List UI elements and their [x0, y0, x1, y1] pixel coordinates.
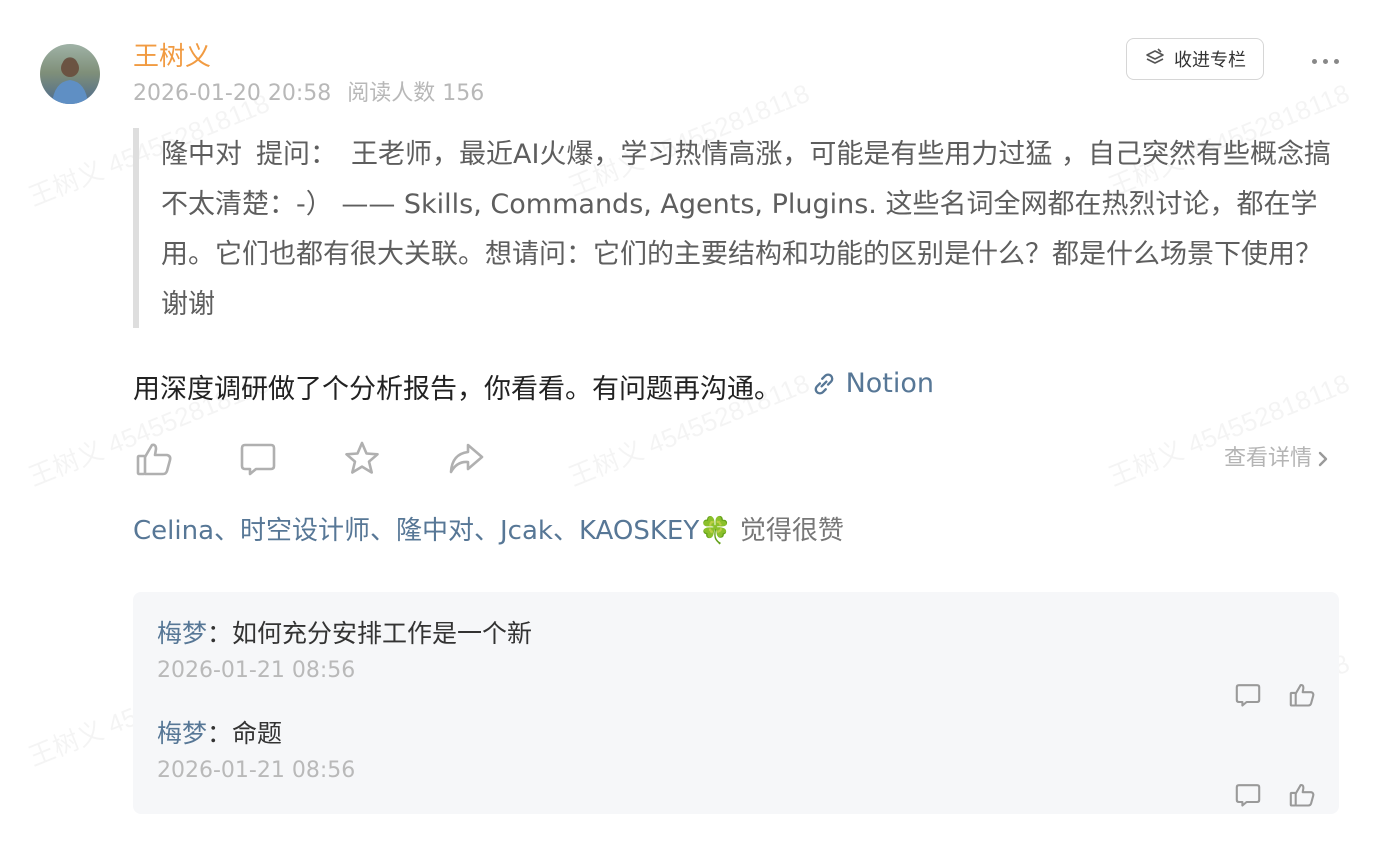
- comment-colon: ：: [207, 719, 233, 748]
- notion-link-label: Notion: [845, 368, 935, 399]
- post-body: 用深度调研做了个分析报告，你看看。有问题再沟通。 Notion: [133, 362, 934, 412]
- avatar[interactable]: [40, 44, 100, 104]
- like-icon: [136, 443, 172, 476]
- comment-like-button[interactable]: [1287, 680, 1317, 710]
- comment-icon: [1235, 784, 1261, 807]
- comment-icon: [240, 443, 276, 476]
- watermark: 王树义 454552818118: [1102, 363, 1354, 494]
- comment-text: 如何充分安排工作是一个新: [232, 619, 533, 648]
- more-dot-icon: [1333, 58, 1339, 64]
- more-menu-button[interactable]: [1306, 46, 1344, 76]
- likes-names[interactable]: Celina、时空设计师、隆中对、Jcak、KAOSKEY🍀: [133, 516, 732, 546]
- link-icon: [814, 373, 833, 395]
- comment-time: 2026-01-21 08:56: [157, 658, 356, 683]
- more-dot-icon: [1311, 58, 1317, 64]
- share-icon: [449, 443, 484, 474]
- comment-reply-button[interactable]: [1233, 680, 1263, 710]
- collect-button[interactable]: 收进专栏: [1126, 38, 1264, 80]
- comment-colon: ：: [207, 619, 233, 648]
- collect-icon: [1144, 47, 1166, 72]
- author-name[interactable]: 王树义: [133, 40, 211, 74]
- view-detail-link[interactable]: 查看详情: [1224, 444, 1330, 474]
- collect-label: 收进专栏: [1174, 50, 1246, 71]
- likes-line: Celina、时空设计师、隆中对、Jcak、KAOSKEY🍀 觉得很赞: [133, 512, 844, 550]
- like-icon: [1289, 784, 1315, 807]
- comment-like-button[interactable]: [1287, 780, 1317, 810]
- share-button[interactable]: [445, 438, 487, 480]
- star-icon: [345, 441, 379, 474]
- quote-asker-label: 提问：: [256, 139, 337, 170]
- post-date: 2026-01-20 20:58: [133, 81, 332, 106]
- post-meta: 2026-01-20 20:58 阅读人数 156: [133, 80, 484, 108]
- more-dot-icon: [1322, 58, 1328, 64]
- action-bar: [133, 438, 487, 480]
- comment-author[interactable]: 梅梦: [157, 619, 207, 648]
- chevron-right-icon: [1318, 451, 1328, 467]
- view-detail-label: 查看详情: [1224, 446, 1313, 471]
- question-quote: 隆中对 提问： 王老师，最近AI火爆，学习热情高涨，可能是有些用力过猛 ，自己突然有…: [133, 128, 1343, 328]
- comment-item: 梅梦：命题 2026-01-21 08:56: [157, 716, 1317, 807]
- quote-asker[interactable]: 隆中对: [161, 139, 242, 170]
- favorite-button[interactable]: [341, 438, 383, 480]
- post-body-text: 用深度调研做了个分析报告，你看看。有问题再沟通。: [133, 374, 781, 405]
- like-icon: [1289, 684, 1315, 707]
- read-count: 阅读人数 156: [347, 81, 485, 106]
- comment-author[interactable]: 梅梦: [157, 719, 207, 748]
- comment-reply-button[interactable]: [1233, 780, 1263, 810]
- comment-list: 梅梦：如何充分安排工作是一个新 2026-01-21 08:56 梅梦：命题 2…: [133, 592, 1339, 814]
- comment-item: 梅梦：如何充分安排工作是一个新 2026-01-21 08:56: [157, 616, 1317, 707]
- comment-text: 命题: [232, 719, 283, 748]
- comment-icon: [1235, 684, 1261, 707]
- comment-button[interactable]: [237, 438, 279, 480]
- like-button[interactable]: [133, 438, 175, 480]
- notion-link[interactable]: Notion: [810, 362, 934, 406]
- likes-suffix: 觉得很赞: [731, 516, 844, 546]
- comment-time: 2026-01-21 08:56: [157, 758, 356, 783]
